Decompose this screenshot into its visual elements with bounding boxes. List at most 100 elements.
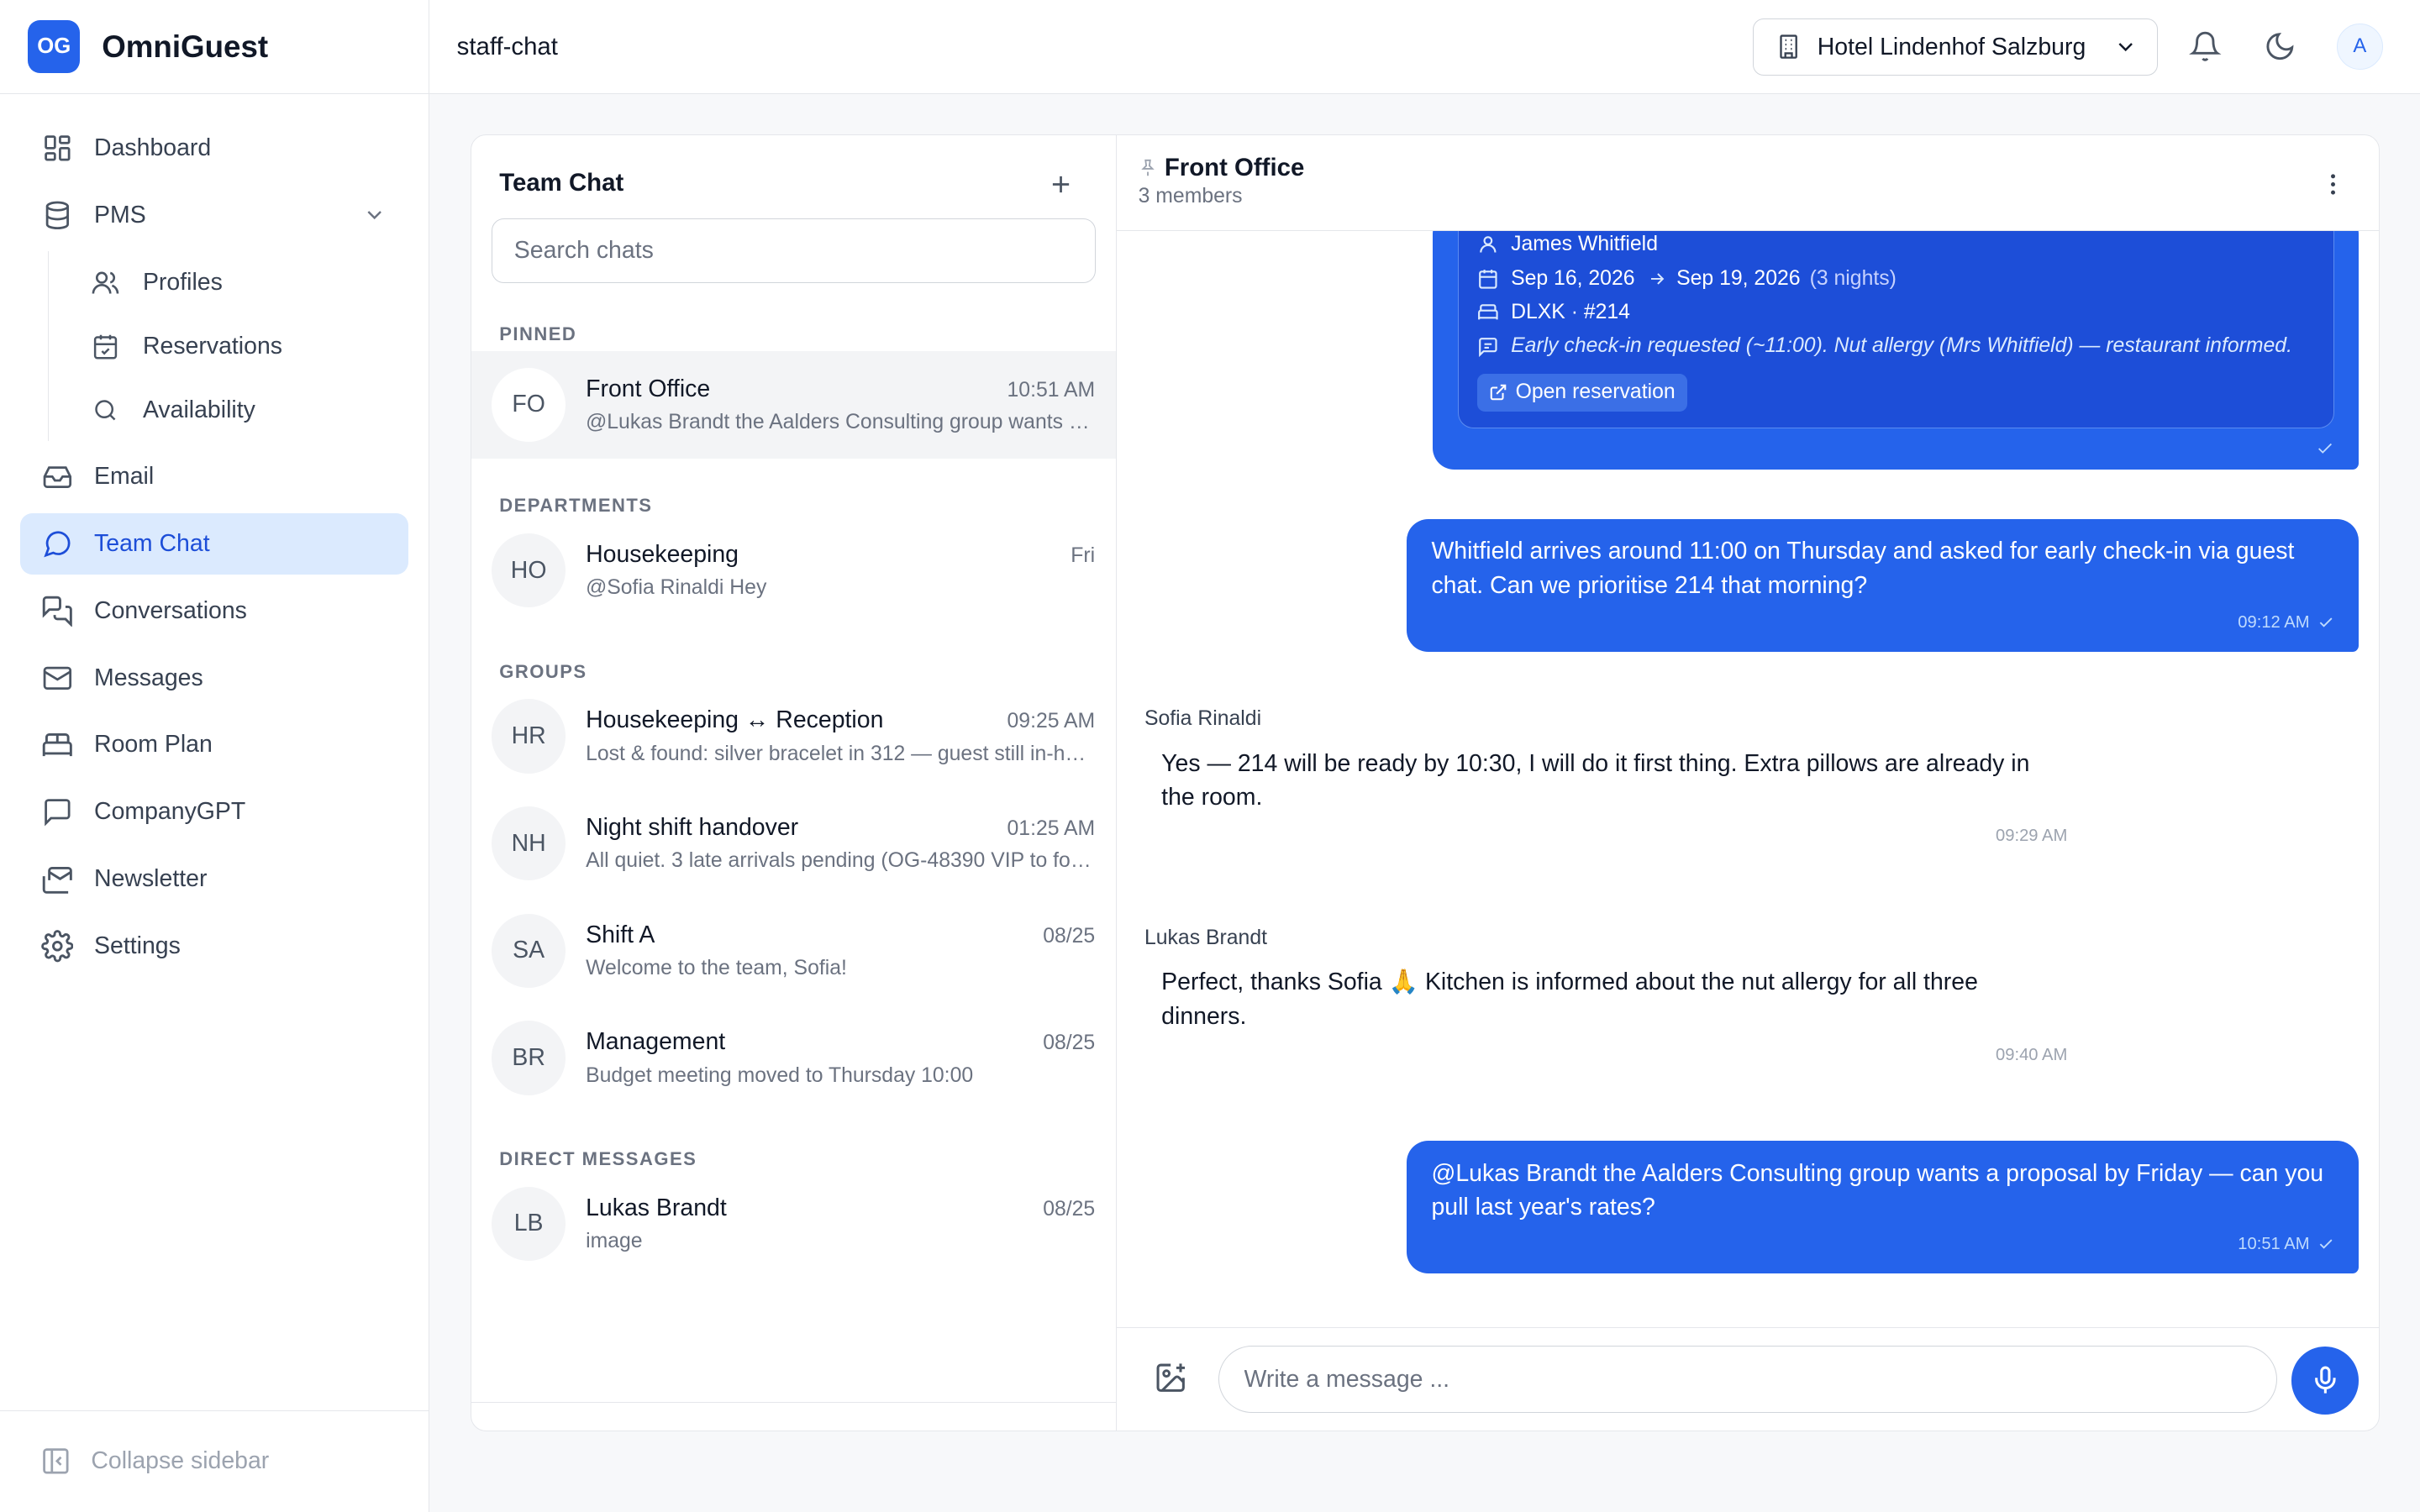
chat-item-housekeeping-reception[interactable]: HR Housekeeping ↔ Reception 09:25 AM Lost… [471, 683, 1116, 790]
chat-item-shift-a[interactable]: SA Shift A 08/25 Welcome to the team, Sof… [471, 897, 1116, 1005]
sidebar-item-newsletter[interactable]: Newsletter [20, 848, 408, 910]
message-time: 09:40 AM [1996, 1045, 2068, 1064]
arrow-right-icon [1647, 269, 1667, 289]
sidebar: OG OmniGuest Dashboard PMS Profiles Rese… [0, 0, 429, 1512]
brand[interactable]: OG OmniGuest [0, 0, 429, 95]
chat-time: 09:25 AM [1007, 710, 1096, 733]
section-label-departments: DEPARTMENTS [499, 495, 653, 517]
chat-name: Management [586, 1028, 726, 1056]
hotel-name: Hotel Lindenhof Salzburg [1817, 33, 2086, 60]
image-plus-icon[interactable] [1154, 1361, 1187, 1394]
section-label-groups: GROUPS [499, 660, 587, 682]
pin-icon [1139, 159, 1157, 177]
sidebar-item-availability[interactable]: Availability [71, 380, 429, 441]
moon-icon[interactable] [2260, 26, 2300, 66]
messages-icon [40, 594, 74, 627]
chat-item-lukas-brandt[interactable]: LB Lukas Brandt 08/25 image [471, 1170, 1116, 1278]
user-icon [1477, 234, 1502, 255]
chat-avatar: SA [492, 913, 566, 988]
message-input-field[interactable] [1218, 1345, 2278, 1414]
chat-item-management[interactable]: BR Management 08/25 Budget meeting moved … [471, 1005, 1116, 1112]
message-text: Perfect, thanks Sofia 🙏 Kitchen is infor… [1161, 969, 1978, 1030]
sidebar-item-profiles[interactable]: Profiles [71, 251, 429, 312]
database-icon [40, 198, 74, 232]
bell-icon[interactable] [2186, 26, 2226, 66]
check-icon [2317, 614, 2334, 631]
sidebar-item-label: Messages [94, 664, 203, 691]
chat-preview: @Sofia Rinaldi Hey [586, 576, 767, 600]
chat-body: Housekeeping Fri @Sofia Rinaldi Hey [586, 541, 1095, 600]
sidebar-item-team-chat[interactable]: Team Chat [19, 512, 408, 575]
new-chat-button[interactable] [1043, 166, 1080, 203]
mic-button[interactable] [2291, 1347, 2360, 1415]
chat-body: Housekeeping ↔ Reception 09:25 AM Lost & … [586, 706, 1095, 765]
message-time: 10:51 AM [2238, 1235, 2310, 1254]
sidebar-item-label: Dashboard [94, 134, 212, 161]
message-circle-icon [40, 527, 74, 560]
search-chats[interactable] [492, 218, 1097, 284]
chat-item-night-shift-handover[interactable]: NH Night shift handover 01:25 AM All quie… [471, 790, 1116, 897]
chevron-down-icon[interactable] [362, 202, 387, 227]
sidebar-item-label: PMS [94, 201, 146, 228]
collapse-sidebar-button[interactable]: Collapse sidebar [0, 1410, 429, 1512]
message-time: 09:12 AM [2238, 612, 2310, 632]
sidebar-item-dashboard[interactable]: Dashboard [20, 118, 408, 179]
chat-preview: Lost & found: silver bracelet in 312 — g… [586, 742, 1096, 765]
check-out-date: Sep 19, 2026 [1676, 266, 1801, 290]
message-incoming: Lukas Brandt Perfect, thanks Sofia 🙏 Kit… [1144, 927, 2067, 1065]
chat-time: 10:51 AM [1007, 378, 1096, 402]
message-time: 09:29 AM [1996, 827, 2068, 846]
avatar[interactable]: A [2336, 23, 2383, 70]
hotel-selector[interactable]: Hotel Lindenhof Salzburg [1753, 18, 2158, 76]
chat-time: 01:25 AM [1007, 817, 1096, 841]
message-square-icon [40, 795, 74, 829]
chat-item-housekeeping[interactable]: HO Housekeeping Fri @Sofia Rinaldi Hey [471, 517, 1116, 624]
message-text: @Lukas Brandt the Aalders Consulting gro… [1431, 1159, 2324, 1221]
gear-icon [40, 929, 74, 963]
message-outgoing: Whitfield arrives around 11:00 on Thursd… [1407, 519, 2360, 653]
check-in-date: Sep 16, 2026 [1511, 266, 1635, 290]
chat-item-front-office[interactable]: FO Front Office 10:51 AM @Lukas Brandt th… [471, 350, 1116, 459]
sidebar-item-label: Conversations [94, 596, 247, 624]
sidebar-item-reservations[interactable]: Reservations [71, 316, 429, 377]
chat-time: 08/25 [1043, 924, 1096, 948]
open-reservation-label: Open reservation [1515, 381, 1676, 404]
external-link-icon [1489, 383, 1507, 402]
sidebar-item-label: CompanyGPT [94, 798, 246, 826]
sidebar-item-companygpt[interactable]: CompanyGPT [20, 781, 408, 843]
sidebar-item-conversations[interactable]: Conversations [20, 580, 408, 641]
sidebar-item-label: Room Plan [94, 731, 213, 759]
building-icon [1776, 34, 1802, 60]
sidebar-item-email[interactable]: Email [20, 446, 408, 507]
more-vertical-icon[interactable] [2314, 166, 2351, 203]
chat-body: Management 08/25 Budget meeting moved to … [586, 1028, 1095, 1087]
reservation-card: James Whitfield Sep 16, 2026 Sep 19, 2026… [1457, 230, 2334, 428]
chat-time: 08/25 [1043, 1197, 1096, 1221]
sidebar-item-label: Availability [142, 396, 255, 423]
message-input[interactable] [1244, 1365, 2277, 1394]
team-chat-card: Team Chat PINNED FO Front Office 10:51 AM… [471, 134, 2381, 1432]
sidebar-item-label: Profiles [142, 268, 223, 296]
message-list[interactable]: James Whitfield Sep 16, 2026 Sep 19, 2026… [1117, 230, 2379, 1328]
chat-body: Shift A 08/25 Welcome to the team, Sofia! [586, 921, 1095, 980]
search-input[interactable] [513, 237, 1096, 265]
sidebar-item-pms[interactable]: PMS [20, 184, 408, 245]
users-icon [89, 265, 123, 299]
chat-name: Lukas Brandt [586, 1194, 727, 1221]
message-incoming: Sofia Rinaldi Yes — 214 will be ready by… [1144, 707, 2067, 846]
sidebar-item-label: Settings [94, 932, 181, 960]
calendar-icon [1477, 268, 1502, 290]
sidebar-item-room-plan[interactable]: Room Plan [20, 714, 408, 775]
message-composer [1116, 1327, 2380, 1431]
app-root: OG OmniGuest Dashboard PMS Profiles Rese… [0, 0, 2420, 1512]
sidebar-item-settings[interactable]: Settings [20, 916, 408, 977]
mail-icon [40, 661, 74, 695]
sidebar-item-messages[interactable]: Messages [20, 647, 408, 708]
chat-name: Housekeeping [586, 541, 739, 569]
open-reservation-button[interactable]: Open reservation [1476, 374, 1688, 412]
sidebar-item-label: Newsletter [94, 865, 208, 893]
chat-avatar: BR [492, 1021, 566, 1095]
bed-icon [1477, 302, 1502, 323]
chevron-down-icon [2113, 34, 2138, 59]
check-icon [2317, 1236, 2334, 1252]
